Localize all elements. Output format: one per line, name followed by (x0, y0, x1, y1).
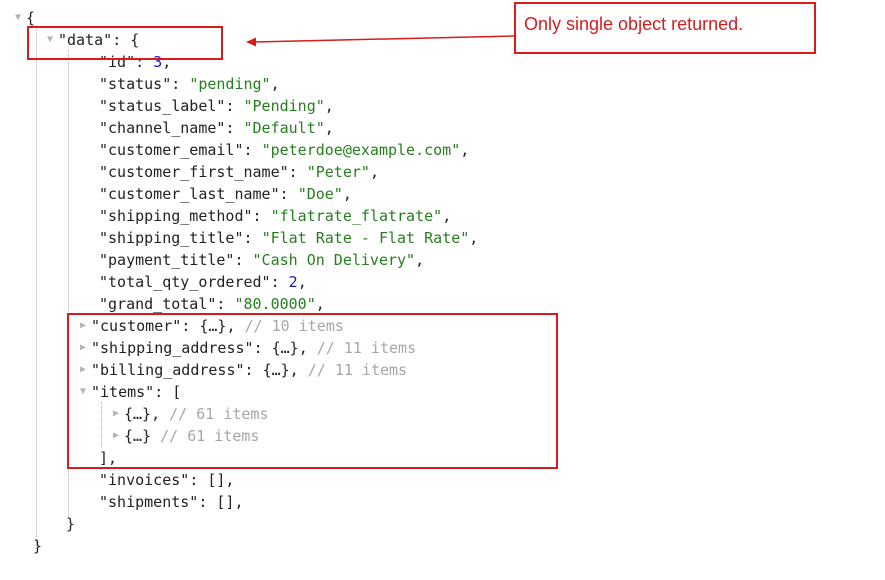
annotation-arrow (246, 35, 515, 47)
